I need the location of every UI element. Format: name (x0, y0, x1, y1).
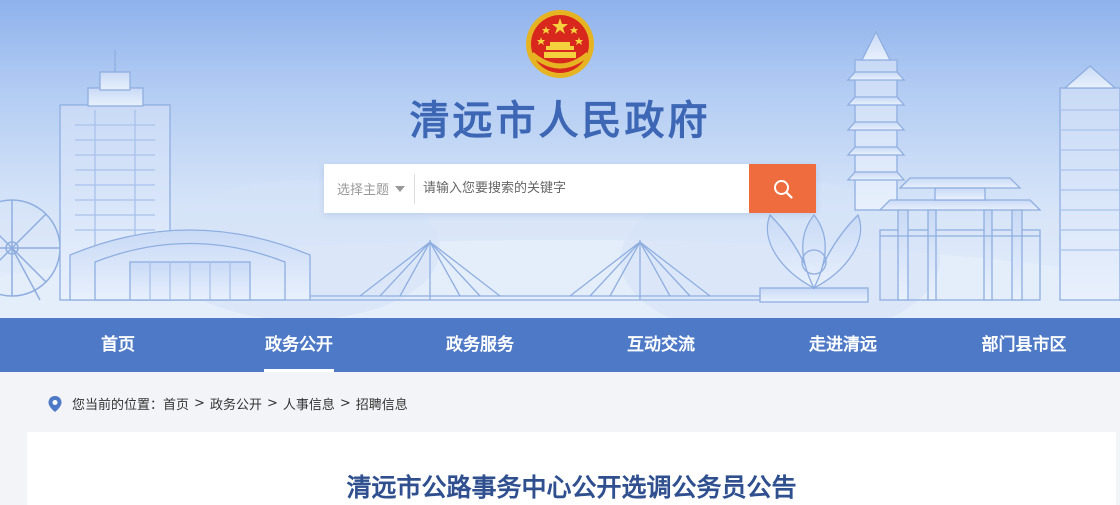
nav-item-government-services[interactable]: 政务服务 (410, 318, 550, 372)
breadcrumb-government-affairs[interactable]: 政务公开 (210, 394, 262, 413)
breadcrumb-recruitment-info[interactable]: 招聘信息 (356, 394, 408, 413)
search-button[interactable] (749, 164, 816, 213)
breadcrumb-bar: 您当前的位置： 首页 > 政务公开 > 人事信息 > 招聘信息 (0, 372, 1120, 432)
location-pin-icon (48, 395, 62, 412)
breadcrumb-separator: > (194, 396, 205, 411)
search-icon (773, 179, 793, 199)
nav-item-about-qingyuan[interactable]: 走进清远 (773, 318, 913, 372)
national-emblem-icon (526, 10, 594, 78)
site-title: 清远市人民政府 (409, 98, 711, 144)
article-panel: 清远市公路事务中心公开选调公务员公告 (27, 432, 1116, 505)
breadcrumb-home[interactable]: 首页 (163, 394, 189, 413)
breadcrumb-personnel-info[interactable]: 人事信息 (283, 394, 335, 413)
main-nav: 首页 政务公开 政务服务 互动交流 走进清远 部门县市区 (0, 318, 1120, 372)
nav-item-government-affairs[interactable]: 政务公开 (229, 318, 369, 372)
header-banner: 清远市人民政府 选择主题 (0, 0, 1120, 318)
nav-item-interaction[interactable]: 互动交流 (591, 318, 731, 372)
nav-item-home[interactable]: 首页 (48, 318, 188, 372)
breadcrumb-separator: > (266, 396, 278, 411)
breadcrumb-prefix: 您当前的位置： (72, 398, 164, 413)
nav-item-departments[interactable]: 部门县市区 (954, 318, 1094, 372)
search-input[interactable] (415, 164, 749, 213)
topic-select[interactable]: 选择主题 (324, 164, 414, 213)
topic-select-label: 选择主题 (337, 183, 390, 198)
search-bar: 选择主题 (324, 164, 816, 213)
breadcrumb-separator: > (339, 396, 351, 411)
article-title: 清远市公路事务中心公开选调公务员公告 (346, 473, 797, 502)
chevron-down-icon (395, 185, 406, 192)
breadcrumb: 您当前的位置： 首页 > 政务公开 > 人事信息 > 招聘信息 (48, 394, 408, 413)
